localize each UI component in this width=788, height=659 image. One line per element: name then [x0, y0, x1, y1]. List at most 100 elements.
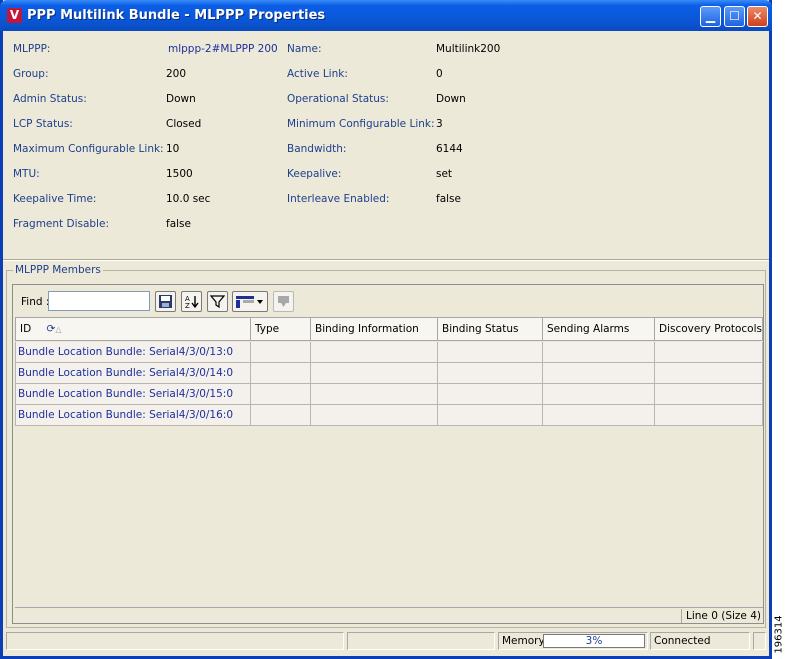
row-type-cell	[251, 405, 311, 426]
save-button[interactable]	[155, 291, 176, 312]
row-binding-info-cell	[311, 342, 438, 363]
admin-status-value: Down	[166, 93, 196, 105]
filter-icon	[209, 295, 226, 309]
find-input[interactable]	[48, 291, 150, 311]
memory-label: Memory:	[502, 635, 548, 647]
row-sending-alarms-cell	[543, 342, 655, 363]
sort-ascending-icon: △	[55, 325, 62, 334]
export-button[interactable]	[273, 291, 294, 312]
name-value: Multilink200	[436, 43, 501, 55]
column-header-binding-status[interactable]: Binding Status	[438, 317, 543, 341]
export-icon	[278, 296, 289, 307]
group-label: Group:	[13, 68, 49, 80]
table-row[interactable]: Bundle Location Bundle: Serial4/3/0/14:0	[15, 363, 763, 384]
sort-az-icon: A Z	[185, 295, 199, 310]
members-table-panel: Find : A Z ID ⟳△ Type Binding Informatio…	[12, 284, 764, 624]
columns-icon	[236, 296, 263, 308]
row-id-cell[interactable]: Bundle Location Bundle: Serial4/3/0/14:0	[15, 363, 251, 384]
row-binding-info-cell	[311, 405, 438, 426]
figure-id: 196314	[772, 615, 788, 659]
operational-status-value: Down	[436, 93, 466, 105]
members-table: ID ⟳△ Type Binding Information Binding S…	[15, 317, 763, 607]
window-title: PPP Multilink Bundle - MLPPP Properties	[27, 8, 326, 23]
row-sending-alarms-cell	[543, 363, 655, 384]
figure-id-text: 196314	[773, 615, 785, 654]
properties-window: V PPP Multilink Bundle - MLPPP Propertie…	[0, 0, 772, 659]
filter-button[interactable]	[207, 291, 228, 312]
row-binding-status-cell	[438, 384, 543, 405]
column-header-id[interactable]: ID ⟳△	[15, 317, 251, 341]
bandwidth-value: 6144	[436, 143, 463, 155]
mlppp-value-link[interactable]: mlppp-2#MLPPP 200	[168, 43, 278, 55]
max-config-link-value: 10	[166, 143, 180, 155]
table-row[interactable]: Bundle Location Bundle: Serial4/3/0/13:0	[15, 342, 763, 363]
status-segment-message	[6, 632, 344, 650]
interleave-enabled-label: Interleave Enabled:	[287, 193, 390, 205]
active-link-value: 0	[436, 68, 443, 80]
app-icon: V	[7, 8, 22, 23]
maximize-icon: ☐	[729, 9, 740, 23]
maximize-button[interactable]: ☐	[724, 6, 745, 27]
line-info: Line 0 (Size 4)	[680, 609, 761, 623]
keepalive-value: set	[436, 168, 453, 180]
row-type-cell	[251, 363, 311, 384]
admin-status-label: Admin Status:	[13, 93, 87, 105]
operational-status-label: Operational Status:	[287, 93, 389, 105]
row-binding-info-cell	[311, 363, 438, 384]
properties-panel: MLPPP: mlppp-2#MLPPP 200 Group: 200 Admi…	[3, 31, 769, 259]
row-id-cell[interactable]: Bundle Location Bundle: Serial4/3/0/15:0	[15, 384, 251, 405]
lcp-status-label: LCP Status:	[13, 118, 73, 130]
mlppp-label: MLPPP:	[13, 43, 51, 55]
min-config-link-value: 3	[436, 118, 443, 130]
minimize-button[interactable]: ▁	[700, 6, 721, 27]
status-bar: Memory: 3% Connected	[6, 632, 766, 652]
connection-status: Connected	[650, 632, 750, 650]
max-config-link-label: Maximum Configurable Link:	[13, 143, 164, 155]
save-icon	[159, 295, 172, 308]
column-header-type[interactable]: Type	[251, 317, 311, 341]
row-id-cell[interactable]: Bundle Location Bundle: Serial4/3/0/13:0	[15, 342, 251, 363]
column-header-binding-information[interactable]: Binding Information	[311, 317, 438, 341]
row-discovery-protocols-cell	[655, 363, 763, 384]
title-bar[interactable]: V PPP Multilink Bundle - MLPPP Propertie…	[0, 0, 772, 31]
resize-grip[interactable]	[753, 632, 766, 650]
table-row[interactable]: Bundle Location Bundle: Serial4/3/0/16:0	[15, 405, 763, 426]
keepalive-label: Keepalive:	[287, 168, 342, 180]
row-discovery-protocols-cell	[655, 342, 763, 363]
row-sending-alarms-cell	[543, 405, 655, 426]
column-header-sending-alarms[interactable]: Sending Alarms	[543, 317, 655, 341]
lcp-status-value: Closed	[166, 118, 202, 130]
members-legend: MLPPP Members	[13, 264, 103, 276]
svg-text:Z: Z	[185, 302, 190, 309]
status-segment-secondary	[347, 632, 495, 650]
keepalive-time-label: Keepalive Time:	[13, 193, 97, 205]
row-discovery-protocols-cell	[655, 384, 763, 405]
sort-button[interactable]: A Z	[181, 291, 202, 312]
column-header-discovery-protocols[interactable]: Discovery Protocols	[655, 317, 763, 341]
close-icon: ✕	[752, 9, 763, 23]
keepalive-time-value: 10.0 sec	[166, 193, 211, 205]
table-status-bar: Line 0 (Size 4)	[15, 607, 763, 623]
columns-dropdown-button[interactable]	[232, 291, 268, 312]
interleave-enabled-value: false	[436, 193, 461, 205]
close-button[interactable]: ✕	[747, 6, 768, 27]
min-config-link-label: Minimum Configurable Link:	[287, 118, 435, 130]
row-binding-status-cell	[438, 405, 543, 426]
row-binding-status-cell	[438, 363, 543, 384]
row-discovery-protocols-cell	[655, 405, 763, 426]
memory-segment: Memory: 3%	[498, 632, 648, 650]
find-label: Find :	[21, 296, 50, 308]
row-sending-alarms-cell	[543, 384, 655, 405]
section-divider	[3, 259, 769, 261]
row-binding-status-cell	[438, 342, 543, 363]
column-header-label: ID	[20, 323, 32, 335]
group-value: 200	[166, 68, 187, 80]
fragment-disable-value: false	[166, 218, 191, 230]
table-row[interactable]: Bundle Location Bundle: Serial4/3/0/15:0	[15, 384, 763, 405]
mtu-value: 1500	[166, 168, 193, 180]
memory-usage-bar: 3%	[543, 634, 645, 648]
row-type-cell	[251, 384, 311, 405]
minimize-icon: ▁	[705, 9, 716, 23]
row-type-cell	[251, 342, 311, 363]
row-id-cell[interactable]: Bundle Location Bundle: Serial4/3/0/16:0	[15, 405, 251, 426]
